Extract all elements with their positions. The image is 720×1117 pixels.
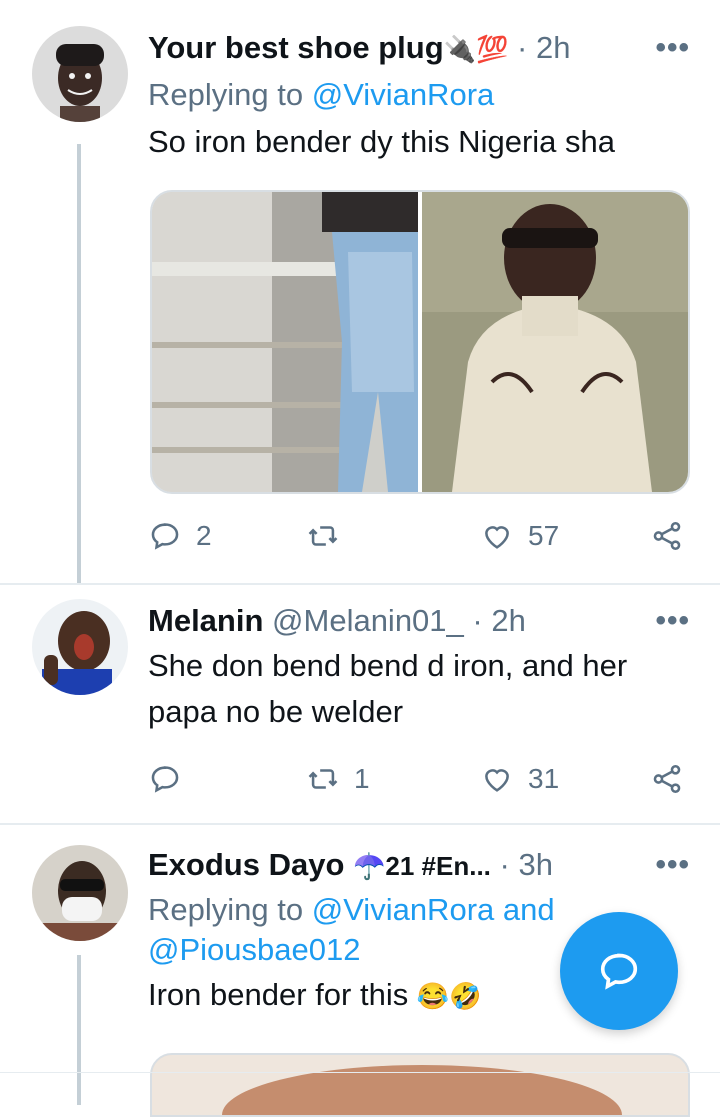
tweet-media[interactable] xyxy=(150,190,690,494)
share-button[interactable] xyxy=(650,757,684,801)
retweet-button[interactable] xyxy=(306,514,354,558)
timestamp[interactable]: · 2h xyxy=(472,603,525,638)
reply-icon xyxy=(151,766,179,793)
tweet-header: Your best shoe plug🔌💯 · 2h ••• xyxy=(148,28,690,69)
reply-mention[interactable]: @VivianRora xyxy=(312,77,495,112)
reply-icon xyxy=(151,523,179,550)
tweet-text: So iron bender dy this Nigeria sha xyxy=(148,124,615,159)
share-icon xyxy=(653,764,681,794)
share-button[interactable] xyxy=(650,514,684,558)
reply-button[interactable]: 2 xyxy=(148,514,212,558)
display-name[interactable]: Melanin xyxy=(148,603,263,638)
avatar[interactable] xyxy=(32,845,128,941)
username[interactable]: @Melanin01_ xyxy=(272,603,464,638)
thread-line xyxy=(77,144,81,584)
reply-count: 2 xyxy=(196,520,212,551)
more-options-icon[interactable]: ••• xyxy=(655,845,690,885)
compose-reply-icon xyxy=(600,953,638,990)
avatar-image xyxy=(32,845,128,941)
more-options-icon[interactable]: ••• xyxy=(655,601,690,641)
share-icon xyxy=(653,521,681,551)
tweet-text-body: Iron bender for this xyxy=(148,977,409,1012)
retweet-button[interactable]: 1 xyxy=(306,757,370,801)
reply-mention[interactable]: @VivianRora and xyxy=(312,892,555,927)
avatar[interactable] xyxy=(32,599,128,695)
tweet-actions: 2 57 xyxy=(148,514,688,558)
like-button[interactable]: 57 xyxy=(480,514,559,558)
tweet-1[interactable]: Your best shoe plug🔌💯 · 2h ••• Replying … xyxy=(0,0,720,584)
retweet-icon xyxy=(308,526,338,546)
heart-icon xyxy=(485,769,509,792)
name-emoji: ☂️21 #En... xyxy=(353,851,491,881)
tweet-text-emoji: 😂🤣 xyxy=(416,981,482,1011)
bottom-edge xyxy=(0,1072,720,1073)
replying-to-label: Replying to xyxy=(148,892,312,927)
like-count: 31 xyxy=(528,763,560,794)
timestamp[interactable]: · 3h xyxy=(500,847,553,882)
avatar[interactable] xyxy=(32,26,128,122)
reply-button[interactable] xyxy=(148,757,182,801)
replying-to: Replying to @VivianRora xyxy=(148,75,690,115)
tweet-header: Exodus Dayo ☂️21 #En... · 3h ••• xyxy=(148,845,690,886)
tweet-media-preview[interactable] xyxy=(150,1053,690,1117)
like-count: 57 xyxy=(528,520,560,551)
name-emoji: 🔌💯 xyxy=(443,34,509,64)
heart-icon xyxy=(485,526,509,549)
like-button[interactable]: 31 xyxy=(480,757,559,801)
display-name[interactable]: Exodus Dayo xyxy=(148,847,344,882)
retweet-count: 1 xyxy=(354,763,370,794)
retweet-icon xyxy=(308,769,338,789)
timestamp[interactable]: · 2h xyxy=(517,30,570,65)
tweet-text: She don bend bend d iron, and her papa n… xyxy=(148,648,628,729)
replying-to-label: Replying to xyxy=(148,77,312,112)
reply-mention-2[interactable]: @Piousbae012 xyxy=(148,932,360,967)
tweet-photo xyxy=(152,1055,688,1115)
thread-line xyxy=(77,955,81,1105)
tweet-photos xyxy=(152,192,688,492)
display-name[interactable]: Your best shoe plug xyxy=(148,30,444,65)
tweet-2[interactable]: Melanin @Melanin01_ · 2h ••• She don ben… xyxy=(0,585,720,823)
avatar-image xyxy=(32,26,128,122)
avatar-image xyxy=(32,599,128,695)
compose-reply-button[interactable] xyxy=(560,912,678,1030)
tweet-header: Melanin @Melanin01_ · 2h ••• xyxy=(148,601,690,641)
tweet-actions: 1 31 xyxy=(148,757,688,801)
more-options-icon[interactable]: ••• xyxy=(655,28,690,68)
